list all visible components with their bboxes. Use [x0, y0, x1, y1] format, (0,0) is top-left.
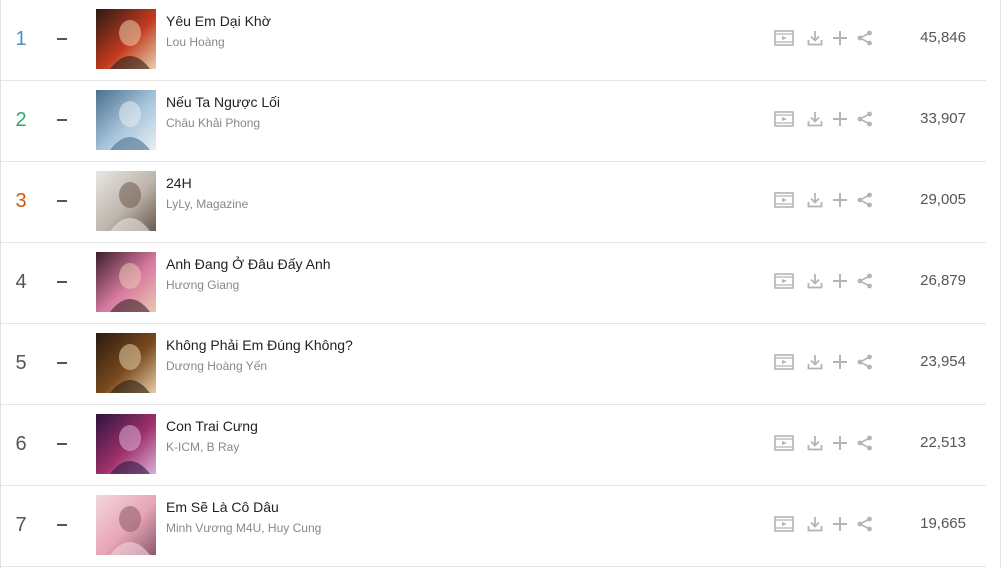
rank-number: 6 [15, 433, 27, 455]
trend-indicator-icon [57, 119, 67, 121]
add-icon[interactable] [830, 190, 850, 210]
download-icon[interactable] [805, 433, 825, 453]
song-title-link[interactable]: Con Trai Cưng [166, 418, 258, 434]
video-icon[interactable] [774, 352, 794, 372]
rank-number: 7 [15, 514, 27, 536]
share-icon[interactable] [855, 433, 875, 453]
list-item[interactable]: 6 Con Trai Cưng K-ICM, B Ray 22,513 [1, 405, 986, 486]
share-icon[interactable] [855, 271, 875, 291]
song-thumbnail[interactable] [96, 414, 156, 474]
song-thumbnail[interactable] [96, 333, 156, 393]
add-icon[interactable] [830, 352, 850, 372]
artist-link[interactable]: Châu Khải Phong [166, 116, 260, 130]
song-title-link[interactable]: Không Phải Em Đúng Không? [166, 337, 353, 353]
download-icon[interactable] [805, 109, 825, 129]
view-count: 45,846 [920, 29, 966, 46]
video-icon[interactable] [774, 28, 794, 48]
view-count: 22,513 [920, 434, 966, 451]
song-title-link[interactable]: Yêu Em Dại Khờ [166, 13, 271, 29]
rank-number: 4 [15, 271, 27, 293]
artist-link[interactable]: Lou Hoàng [166, 35, 225, 49]
song-title-link[interactable]: Em Sẽ Là Cô Dâu [166, 499, 279, 515]
download-icon[interactable] [805, 514, 825, 534]
list-item[interactable]: 1 Yêu Em Dại Khờ Lou Hoàng 45,846 [1, 0, 986, 81]
add-icon[interactable] [830, 514, 850, 534]
song-thumbnail[interactable] [96, 9, 156, 69]
download-icon[interactable] [805, 190, 825, 210]
list-item[interactable]: 4 Anh Đang Ở Đâu Đấy Anh Hương Giang 26,… [1, 243, 986, 324]
trend-indicator-icon [57, 200, 67, 202]
video-icon[interactable] [774, 271, 794, 291]
artist-link[interactable]: LyLy, Magazine [166, 197, 248, 211]
view-count: 19,665 [920, 515, 966, 532]
artist-link[interactable]: Minh Vương M4U, Huy Cung [166, 521, 321, 535]
song-title-link[interactable]: 24H [166, 175, 192, 191]
list-item[interactable]: 5 Không Phải Em Đúng Không? Dương Hoàng … [1, 324, 986, 405]
share-icon[interactable] [855, 514, 875, 534]
view-count: 23,954 [920, 353, 966, 370]
share-icon[interactable] [855, 28, 875, 48]
list-item[interactable]: 2 Nếu Ta Ngược Lối Châu Khải Phong 33,90… [1, 81, 986, 162]
rank-number: 2 [15, 109, 27, 131]
artist-link[interactable]: K-ICM, B Ray [166, 440, 239, 454]
download-icon[interactable] [805, 271, 825, 291]
rank-number: 1 [15, 28, 27, 50]
view-count: 29,005 [920, 191, 966, 208]
video-icon[interactable] [774, 433, 794, 453]
video-icon[interactable] [774, 514, 794, 534]
share-icon[interactable] [855, 190, 875, 210]
view-count: 33,907 [920, 110, 966, 127]
song-title-link[interactable]: Anh Đang Ở Đâu Đấy Anh [166, 256, 331, 272]
song-thumbnail[interactable] [96, 90, 156, 150]
share-icon[interactable] [855, 109, 875, 129]
list-item[interactable]: 7 Em Sẽ Là Cô Dâu Minh Vương M4U, Huy Cu… [1, 486, 986, 567]
video-icon[interactable] [774, 109, 794, 129]
add-icon[interactable] [830, 28, 850, 48]
chart-list: 1 Yêu Em Dại Khờ Lou Hoàng 45,846 2 Nếu … [0, 0, 1002, 567]
trend-indicator-icon [57, 38, 67, 40]
download-icon[interactable] [805, 352, 825, 372]
song-thumbnail[interactable] [96, 495, 156, 555]
view-count: 26,879 [920, 272, 966, 289]
artist-link[interactable]: Dương Hoàng Yến [166, 359, 267, 373]
rank-number: 3 [15, 190, 27, 212]
list-item[interactable]: 3 24H LyLy, Magazine 29,005 [1, 162, 986, 243]
add-icon[interactable] [830, 109, 850, 129]
trend-indicator-icon [57, 362, 67, 364]
rank-number: 5 [15, 352, 27, 374]
trend-indicator-icon [57, 443, 67, 445]
song-title-link[interactable]: Nếu Ta Ngược Lối [166, 94, 280, 110]
song-thumbnail[interactable] [96, 252, 156, 312]
add-icon[interactable] [830, 271, 850, 291]
trend-indicator-icon [57, 524, 67, 526]
video-icon[interactable] [774, 190, 794, 210]
song-thumbnail[interactable] [96, 171, 156, 231]
trend-indicator-icon [57, 281, 67, 283]
download-icon[interactable] [805, 28, 825, 48]
add-icon[interactable] [830, 433, 850, 453]
share-icon[interactable] [855, 352, 875, 372]
artist-link[interactable]: Hương Giang [166, 278, 239, 292]
